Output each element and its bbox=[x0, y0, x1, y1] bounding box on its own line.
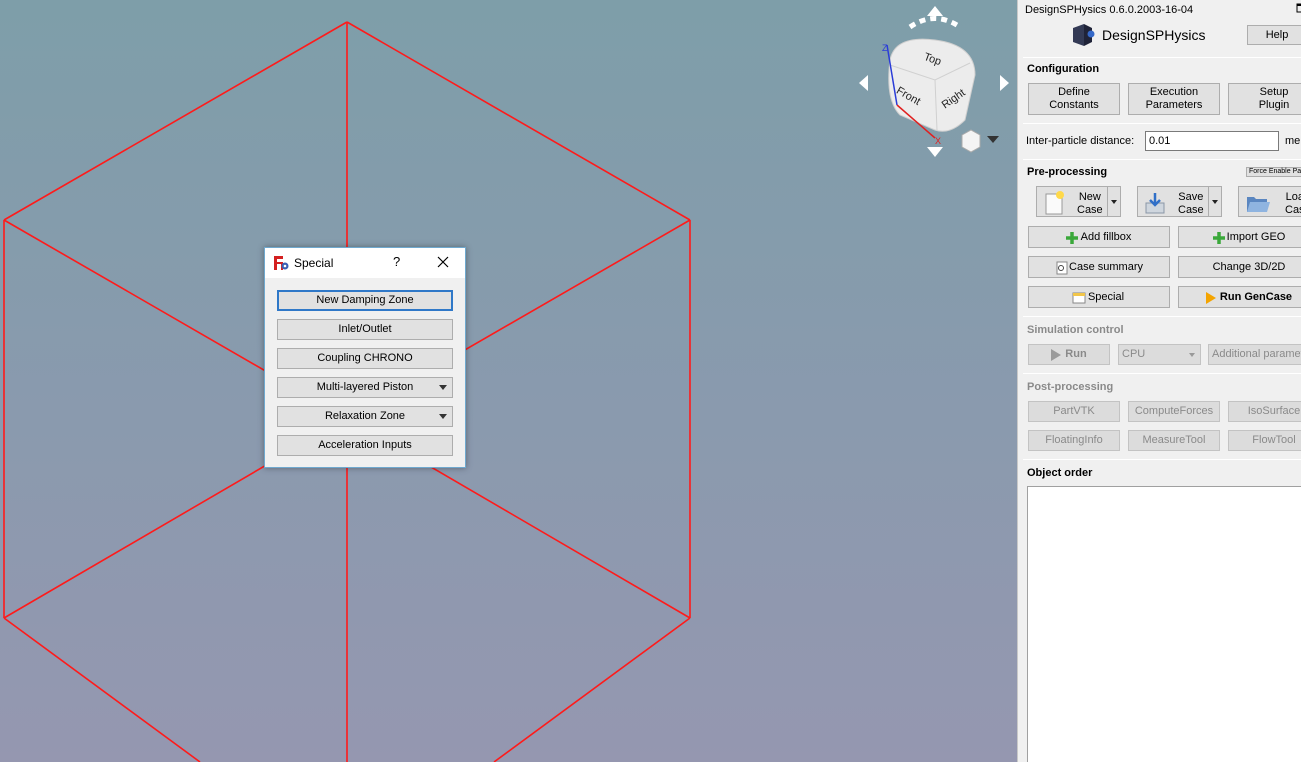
axis-x-label: X bbox=[935, 136, 941, 146]
arrow-up-icon bbox=[927, 6, 943, 16]
dp-input[interactable]: 0.01 bbox=[1145, 131, 1279, 151]
multi-layered-piston-button[interactable]: Multi-layered Piston bbox=[277, 377, 453, 398]
close-icon[interactable] bbox=[435, 254, 451, 270]
new-document-icon bbox=[1045, 191, 1064, 215]
button-line: Case bbox=[1178, 204, 1204, 216]
relaxation-zone-label: Relaxation Zone bbox=[324, 410, 406, 422]
arrow-right-icon bbox=[1000, 75, 1009, 91]
add-fillbox-button[interactable]: Add fillbox bbox=[1028, 226, 1170, 248]
run-gencase-label: Run GenCase bbox=[1219, 291, 1293, 303]
help-panel-button[interactable]: Help bbox=[1247, 25, 1301, 45]
button-line: Constants bbox=[1049, 99, 1099, 111]
plus-icon bbox=[1213, 232, 1225, 244]
button-line: Execution bbox=[1149, 86, 1199, 98]
dp-unit: me bbox=[1285, 135, 1301, 147]
new-damping-zone-button[interactable]: New Damping Zone bbox=[277, 290, 453, 311]
button-line: New bbox=[1078, 191, 1101, 203]
float-panel-icon[interactable] bbox=[1296, 3, 1301, 13]
coupling-chrono-button[interactable]: Coupling CHRONO bbox=[277, 348, 453, 369]
run-gencase-button[interactable]: Run GenCase bbox=[1178, 286, 1301, 308]
view-menu-icon bbox=[961, 129, 999, 153]
object-order-list[interactable] bbox=[1027, 486, 1301, 762]
plus-icon bbox=[1066, 232, 1078, 244]
rotate-arc-icon bbox=[908, 16, 962, 30]
save-case-button[interactable]: Save Case bbox=[1137, 186, 1222, 217]
device-select[interactable]: CPU bbox=[1118, 344, 1201, 365]
save-icon bbox=[1145, 193, 1165, 214]
setup-plugin-button[interactable]: Setup Plugin bbox=[1228, 83, 1301, 115]
special-dialog: Special ? New Damping Zone Inlet/Outlet … bbox=[264, 247, 466, 468]
divider bbox=[1023, 316, 1301, 317]
divider bbox=[1023, 123, 1301, 124]
dropdown-arrow-icon bbox=[439, 385, 447, 390]
import-geo-button[interactable]: Import GEO bbox=[1178, 226, 1301, 248]
designsphysics-logo-icon bbox=[1073, 24, 1095, 46]
preprocessing-heading: Pre-processing bbox=[1027, 166, 1108, 178]
logo-text: DesignSPHysics bbox=[1102, 27, 1206, 43]
divider bbox=[1023, 57, 1301, 58]
simulation-control-heading: Simulation control bbox=[1027, 324, 1124, 336]
floatinginfo-button[interactable]: FloatingInfo bbox=[1028, 430, 1120, 451]
change-3d2d-button[interactable]: Change 3D/2D bbox=[1178, 256, 1301, 278]
special-window-icon bbox=[1072, 292, 1086, 304]
panel-title: DesignSPHysics 0.6.0.2003-16-04 bbox=[1025, 4, 1194, 16]
divider bbox=[1023, 373, 1301, 374]
run-button[interactable]: Run bbox=[1028, 344, 1110, 365]
partvtk-button[interactable]: PartVTK bbox=[1028, 401, 1120, 422]
summary-icon bbox=[1056, 261, 1068, 275]
object-order-heading: Object order bbox=[1027, 467, 1093, 479]
execution-parameters-button[interactable]: Execution Parameters bbox=[1128, 83, 1220, 115]
axis-z-label: Z bbox=[882, 43, 888, 53]
play-icon bbox=[1206, 292, 1216, 304]
button-line: Define bbox=[1058, 86, 1090, 98]
measuretool-button[interactable]: MeasureTool bbox=[1128, 430, 1220, 451]
save-case-label: Save Case bbox=[1178, 191, 1204, 217]
configuration-heading: Configuration bbox=[1027, 63, 1100, 75]
chevron-down-icon bbox=[1189, 353, 1195, 357]
new-case-button[interactable]: New Case bbox=[1036, 186, 1121, 217]
play-icon bbox=[1051, 349, 1061, 361]
button-line: Case bbox=[1077, 204, 1103, 216]
new-case-label: New Case bbox=[1077, 191, 1103, 217]
dialog-title: Special bbox=[294, 256, 334, 270]
flowtool-button[interactable]: FlowTool bbox=[1228, 430, 1301, 451]
divider bbox=[1023, 459, 1301, 460]
arrow-left-icon bbox=[859, 75, 868, 91]
force-enable-button[interactable]: Force Enable Pa bbox=[1246, 167, 1301, 177]
3d-viewport[interactable]: Top Front Right Z X Special ? New Dampin… bbox=[0, 0, 1017, 762]
button-line: Save bbox=[1178, 191, 1204, 203]
designsphysics-dock-panel: DesignSPHysics 0.6.0.2003-16-04 DesignSP… bbox=[1017, 0, 1301, 762]
case-summary-button[interactable]: Case summary bbox=[1028, 256, 1170, 278]
navigation-cube[interactable]: Top Front Right Z X bbox=[855, 5, 1015, 160]
button-line: Setup bbox=[1259, 86, 1289, 98]
save-case-dropdown[interactable] bbox=[1208, 187, 1221, 216]
dropdown-arrow-icon bbox=[439, 414, 447, 419]
new-case-dropdown[interactable] bbox=[1107, 187, 1120, 216]
button-line: Case bbox=[1285, 204, 1301, 216]
acceleration-inputs-button[interactable]: Acceleration Inputs bbox=[277, 435, 453, 456]
button-line: Load bbox=[1285, 191, 1301, 203]
multi-layered-piston-label: Multi-layered Piston bbox=[316, 381, 414, 393]
computeforces-button[interactable]: ComputeForces bbox=[1128, 401, 1220, 422]
freecad-app-icon bbox=[274, 256, 289, 270]
button-line: Parameters bbox=[1145, 99, 1203, 111]
open-folder-icon bbox=[1247, 197, 1270, 212]
dp-label: Inter-particle distance: bbox=[1026, 135, 1135, 147]
device-value: CPU bbox=[1122, 348, 1146, 360]
additional-parameters-button[interactable]: Additional paramet bbox=[1208, 344, 1301, 365]
post-processing-heading: Post-processing bbox=[1027, 381, 1114, 393]
load-case-button[interactable]: Load Case bbox=[1238, 186, 1301, 217]
button-line: Plugin bbox=[1258, 99, 1290, 111]
define-constants-button[interactable]: Define Constants bbox=[1028, 83, 1120, 115]
inlet-outlet-button[interactable]: Inlet/Outlet bbox=[277, 319, 453, 340]
help-button[interactable]: ? bbox=[393, 254, 400, 269]
isosurface-button[interactable]: IsoSurface bbox=[1228, 401, 1301, 422]
divider bbox=[1023, 159, 1301, 160]
dialog-titlebar[interactable]: Special ? bbox=[265, 248, 465, 278]
special-button[interactable]: Special bbox=[1028, 286, 1170, 308]
arrow-down-icon bbox=[927, 147, 943, 157]
load-case-label: Load Case bbox=[1285, 191, 1301, 217]
relaxation-zone-button[interactable]: Relaxation Zone bbox=[277, 406, 453, 427]
